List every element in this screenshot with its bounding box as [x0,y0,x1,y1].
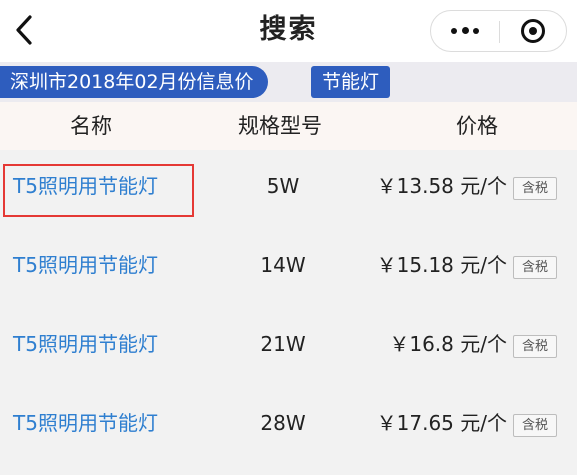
table-row[interactable]: T5照明用节能灯 5W ￥13.58 元/个 含税 [0,150,577,222]
close-miniprogram-button[interactable] [500,11,567,51]
column-header-name: 名称 [70,114,112,138]
highlight-box [3,164,194,217]
product-name-link[interactable]: T5照明用节能灯 [13,409,158,437]
tax-badge: 含税 [513,414,557,437]
product-name-link[interactable]: T5照明用节能灯 [13,330,158,358]
capsule-menu [430,10,567,52]
tax-badge: 含税 [513,177,557,200]
table-row[interactable]: T5照明用节能灯 14W ￥15.18 元/个 含税 [0,229,577,301]
product-price: ￥17.65 元/个 [376,411,507,435]
table-row[interactable]: T5照明用节能灯 21W ￥16.8 元/个 含税 [0,308,577,380]
column-header-spec: 规格型号 [238,114,322,138]
tax-badge: 含税 [513,335,557,358]
keyword-filter-tag[interactable]: 节能灯 [311,66,391,98]
table-row[interactable]: T5照明用节能灯 28W ￥17.65 元/个 含税 [0,387,577,459]
product-spec: 28W [260,411,306,435]
more-button[interactable] [431,11,499,51]
result-list: T5照明用节能灯 5W ￥13.58 元/个 含税 T5照明用节能灯 14W ￥… [0,150,577,475]
product-spec: 14W [260,253,306,277]
product-name-link[interactable]: T5照明用节能灯 [13,251,158,279]
product-price: ￥15.18 元/个 [376,253,507,277]
product-price: ￥13.58 元/个 [376,174,507,198]
product-spec: 21W [260,332,306,356]
product-price: ￥16.8 元/个 [389,332,507,356]
period-filter-tag[interactable]: 深圳市2018年02月份信息价 [0,66,268,98]
table-header: 名称 规格型号 价格 [0,102,577,150]
column-header-price: 价格 [456,114,498,138]
navigation-bar: 搜索 [0,0,577,62]
tax-badge: 含税 [513,256,557,279]
filter-tag-bar: 深圳市2018年02月份信息价 节能灯 [0,62,577,102]
product-spec: 5W [266,174,300,198]
